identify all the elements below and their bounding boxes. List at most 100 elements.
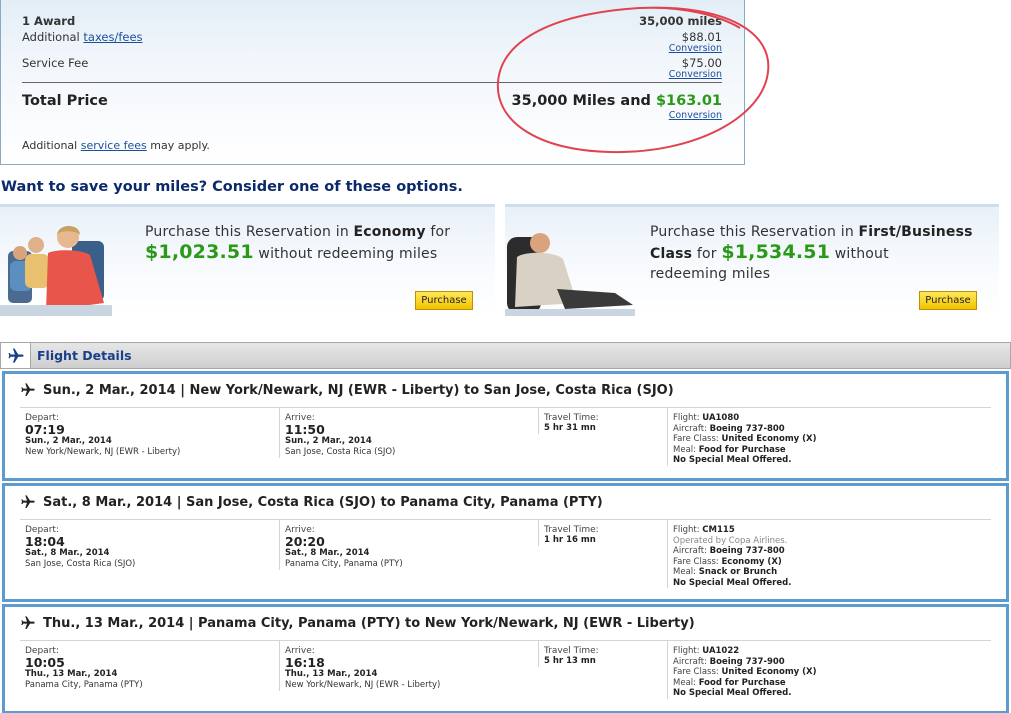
special-meal-line: No Special Meal Offered. [673,688,987,699]
flight-number: CM115 [702,525,735,535]
economy-text-for: for [425,224,451,240]
flight-number-label: Flight: [673,646,703,656]
service-fees-link[interactable]: service fees [81,139,147,152]
travel-time-label: Travel Time: [544,413,599,423]
service-fee-value: $75.00 [681,56,722,70]
aircraft-value: Boeing 737-800 [709,423,785,434]
business-purchase-button[interactable]: Purchase [919,291,977,310]
travel-time-column: Travel Time: 1 hr 16 mn [538,520,667,546]
aircraft-value: Boeing 737-900 [709,656,785,667]
arrive-time: 11:50 [285,422,325,437]
business-passenger-photo [505,233,635,316]
economy-offer-line2: $1,023.51 without redeeming miles [145,242,450,264]
segment-details-grid: Depart: 18:04 Sat., 8 Mar., 2014 San Jos… [20,519,991,588]
special-meal-line: No Special Meal Offered. [673,578,987,589]
business-text-for: for [692,246,722,262]
total-miles: 35,000 Miles and [511,93,656,109]
price-summary-panel: 1 Award 35,000 miles Additional taxes/fe… [0,0,745,165]
fare-class-value: United Economy (X) [721,667,817,677]
fare-class-value: United Economy (X) [721,434,817,444]
segment-header-text: Sun., 2 Mar., 2014 | New York/Newark, NJ… [43,382,674,398]
fare-class-label: Fare Class: [673,434,722,444]
aircraft-line: Aircraft: Boeing 737-900 [673,657,987,668]
total-price-value: 35,000 Miles and $163.01 [512,93,722,109]
flight-number-line: Flight: UA1022 [673,646,987,657]
economy-offer-text: Purchase this Reservation in Economy for… [145,222,450,264]
flight-details-icon-box [1,343,31,368]
aircraft-line: Aircraft: Boeing 737-800 [673,424,987,435]
travel-duration: 1 hr 16 mn [544,535,596,545]
save-miles-heading: Want to save your miles? Consider one of… [1,179,463,195]
segment-details-grid: Depart: 07:19 Sun., 2 Mar., 2014 New Yor… [20,407,991,466]
airplane-icon [21,383,35,396]
business-text-suffix1: without [830,246,889,262]
taxes-label-prefix: Additional [22,30,84,44]
meal-value: Food for Purchase [698,444,786,455]
depart-time: 18:04 [25,534,65,549]
fare-class-line: Fare Class: Economy (X) [673,557,987,568]
depart-column: Depart: 07:19 Sun., 2 Mar., 2014 New Yor… [20,408,279,458]
service-fee-label: Service Fee [22,56,89,70]
taxes-label: Additional taxes/fees [22,30,143,44]
depart-city: New York/Newark, NJ (EWR - Liberty) [25,447,181,457]
business-offer-line1: Purchase this Reservation in First/Busin… [650,222,973,242]
business-purchase-offer: Purchase this Reservation in First/Busin… [505,204,999,316]
total-cash: $163.01 [655,93,722,109]
taxes-conversion-link[interactable]: Conversion [669,43,722,54]
arrive-date: Thu., 13 Mar., 2014 [285,669,378,679]
travel-duration: 5 hr 13 mn [544,656,596,666]
arrive-time: 20:20 [285,534,325,549]
economy-cabin: Economy [353,224,426,240]
meal-line: Meal: Food for Purchase [673,445,987,456]
flight-info-column: Flight: UA1080 Aircraft: Boeing 737-800 … [667,408,987,466]
note-suffix: may apply. [146,139,210,152]
segment-header: Sun., 2 Mar., 2014 | New York/Newark, NJ… [20,382,674,398]
taxes-value: $88.01 [681,30,722,44]
fare-class-label: Fare Class: [673,667,722,677]
depart-date: Thu., 13 Mar., 2014 [25,669,118,679]
business-text-prefix: Purchase this Reservation in [650,224,859,240]
travel-time-column: Travel Time: 5 hr 13 mn [538,641,667,667]
arrive-city: Panama City, Panama (PTY) [285,559,403,569]
meal-label: Meal: [673,567,699,577]
arrive-date: Sat., 8 Mar., 2014 [285,548,370,558]
price-divider [22,82,722,83]
depart-time: 07:19 [25,422,65,437]
flight-info-column: Flight: UA1022 Aircraft: Boeing 737-900 … [667,641,987,699]
business-cabin-line1: First/Business [858,224,973,240]
depart-date: Sun., 2 Mar., 2014 [25,436,112,446]
segment-details-grid: Depart: 10:05 Thu., 13 Mar., 2014 Panama… [20,640,991,699]
flight-number-label: Flight: [673,525,703,535]
flight-number-label: Flight: [673,413,703,423]
flight-segment-2: Sat., 8 Mar., 2014 | San Jose, Costa Ric… [2,483,1009,602]
flight-number: UA1080 [702,413,740,423]
total-conversion-link[interactable]: Conversion [669,110,722,121]
special-meal-value: No Special Meal Offered. [673,688,792,698]
total-price-label: Total Price [22,93,108,109]
depart-date: Sat., 8 Mar., 2014 [25,548,110,558]
business-seat-leg [557,289,633,309]
meal-value: Snack or Brunch [698,567,778,577]
economy-offer-line1: Purchase this Reservation in Economy for [145,222,450,242]
aircraft-value: Boeing 737-800 [709,546,785,556]
aircraft-label: Aircraft: [673,656,710,667]
meal-line: Meal: Food for Purchase [673,678,987,689]
service-fee-conversion-link[interactable]: Conversion [669,69,722,80]
arrive-column: Arrive: 16:18 Thu., 13 Mar., 2014 New Yo… [279,641,538,691]
depart-column: Depart: 10:05 Thu., 13 Mar., 2014 Panama… [20,641,279,691]
special-meal-line: No Special Meal Offered. [673,455,987,466]
flight-segment-3: Thu., 13 Mar., 2014 | Panama City, Panam… [2,604,1009,713]
taxes-fees-link[interactable]: taxes/fees [83,30,142,44]
airplane-icon [21,495,35,508]
fare-class-line: Fare Class: United Economy (X) [673,434,987,445]
economy-text-suffix: without redeeming miles [253,246,438,262]
economy-purchase-button[interactable]: Purchase [415,291,473,310]
business-offer-line2: Class for $1,534.51 without [650,242,973,264]
flight-segment-1: Sun., 2 Mar., 2014 | New York/Newark, NJ… [2,371,1009,481]
segment-header: Sat., 8 Mar., 2014 | San Jose, Costa Ric… [20,494,603,510]
depart-column: Depart: 18:04 Sat., 8 Mar., 2014 San Jos… [20,520,279,570]
meal-label: Meal: [673,444,699,455]
aircraft-label: Aircraft: [673,546,710,556]
arrive-date: Sun., 2 Mar., 2014 [285,436,372,446]
flight-details-title: Flight Details [37,348,132,363]
